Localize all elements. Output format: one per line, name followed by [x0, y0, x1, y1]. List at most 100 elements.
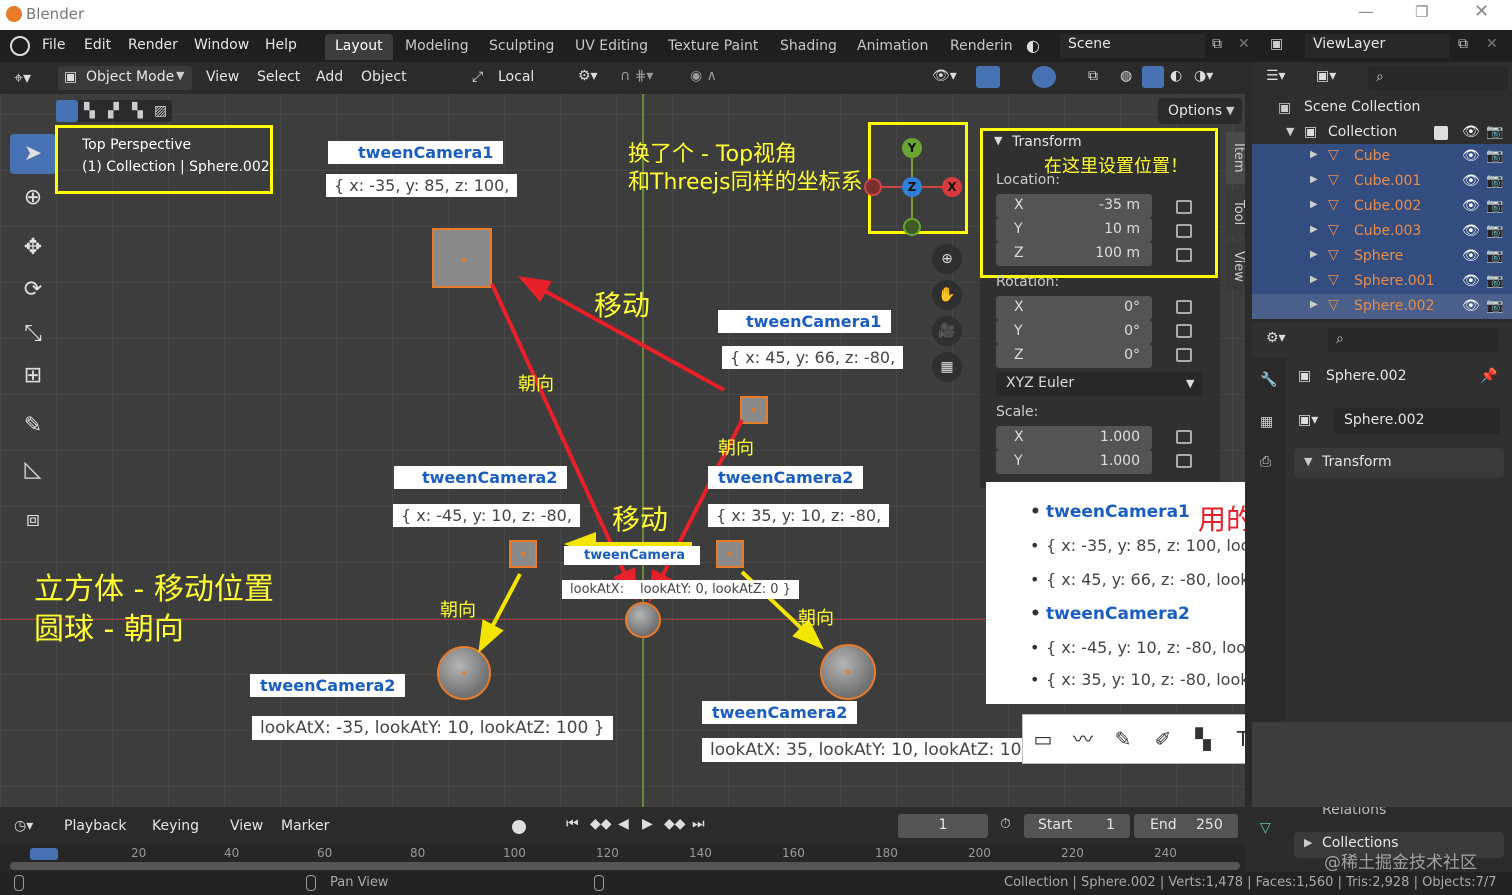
- gizmo-toggle-icon[interactable]: [976, 66, 1000, 88]
- camera-icon[interactable]: 📷: [1486, 198, 1503, 214]
- tab-layout[interactable]: Layout: [325, 34, 393, 60]
- 3d-viewport[interactable]: ▚ ▞ ▚ ▨ Options ▼ ➤ ⊕ ✥ ⟳ ⤡ ⊞ ✎ ◺ ⧈ Top …: [0, 94, 1245, 807]
- expand-arrow-icon[interactable]: ▶: [1310, 174, 1318, 185]
- outliner-item[interactable]: ▶ ▽ Cube 👁 📷: [1252, 144, 1512, 169]
- delete-view-layer-icon[interactable]: ✕: [1486, 36, 1498, 52]
- properties-editor-icon[interactable]: ⚙▾: [1266, 330, 1286, 346]
- camera-icon[interactable]: 📷: [1486, 148, 1503, 164]
- tab-texture-paint[interactable]: Texture Paint: [658, 34, 768, 60]
- editor-type-icon[interactable]: ⌖▾: [14, 68, 31, 88]
- tab-sculpting[interactable]: Sculpting: [479, 34, 564, 60]
- delete-scene-icon[interactable]: ✕: [1238, 36, 1250, 52]
- play-icon[interactable]: ▶: [642, 816, 653, 832]
- play-reverse-icon[interactable]: ◀: [618, 816, 629, 832]
- render-tab-icon[interactable]: ▦: [1260, 414, 1273, 430]
- jump-start-icon[interactable]: ⏮: [566, 816, 579, 832]
- vp-menu-view[interactable]: View: [206, 69, 239, 85]
- marker-menu[interactable]: Marker: [281, 818, 329, 834]
- camera-icon[interactable]: 📷: [1486, 223, 1503, 239]
- maximize-button[interactable]: ❐: [1415, 3, 1428, 21]
- eye-icon[interactable]: 👁: [1462, 198, 1480, 214]
- transform-header[interactable]: Transform: [1012, 134, 1082, 150]
- new-view-layer-icon[interactable]: ⧉: [1458, 36, 1468, 52]
- menu-edit[interactable]: Edit: [84, 37, 111, 53]
- expand-arrow-icon[interactable]: ▶: [1310, 274, 1318, 285]
- orientation-label[interactable]: Local: [498, 69, 534, 85]
- pen-icon[interactable]: ✎: [1111, 727, 1135, 751]
- marker-icon[interactable]: ✐: [1151, 727, 1175, 751]
- playhead[interactable]: [30, 848, 58, 860]
- proportional-edit-icon[interactable]: ◉ ∧: [690, 68, 717, 84]
- pin-icon[interactable]: 📌: [1480, 368, 1497, 384]
- rotation-x-field[interactable]: X 0°: [996, 296, 1152, 320]
- new-scene-icon[interactable]: ⧉: [1212, 36, 1222, 52]
- lock-icon[interactable]: [1176, 430, 1192, 444]
- side-tab-item[interactable]: Item: [1226, 132, 1245, 184]
- material-shading-icon[interactable]: ◐: [1170, 68, 1182, 84]
- outliner-item[interactable]: ▶ ▽ Sphere.001 👁 📷: [1252, 269, 1512, 294]
- camera-icon[interactable]: 📷: [1486, 124, 1503, 140]
- stopwatch-icon[interactable]: ⏱: [1000, 816, 1011, 832]
- eye-icon[interactable]: 👁: [1462, 223, 1480, 239]
- view-layer-field[interactable]: ViewLayer: [1305, 34, 1450, 58]
- rotation-mode-dropdown[interactable]: XYZ Euler ▼: [996, 372, 1202, 396]
- overlay-toggle-icon[interactable]: [1032, 66, 1056, 88]
- outliner-item[interactable]: ▶ ▽ Cube.001 👁 📷: [1252, 169, 1512, 194]
- frame-ruler[interactable]: 120406080100120140160180200220240: [0, 844, 1245, 872]
- view-layer-icon[interactable]: ▣: [1270, 36, 1283, 52]
- side-tab-tool[interactable]: Tool: [1226, 190, 1245, 236]
- expand-arrow-icon[interactable]: ▼: [1286, 125, 1294, 138]
- next-key-icon[interactable]: ◆◆: [664, 816, 686, 832]
- eye-icon[interactable]: 👁: [1462, 173, 1480, 189]
- checkbox-icon[interactable]: [1434, 126, 1448, 140]
- jump-end-icon[interactable]: ⏭: [692, 816, 705, 832]
- expand-arrow-icon[interactable]: ▶: [1310, 249, 1318, 260]
- expand-arrow-icon[interactable]: ▶: [1310, 224, 1318, 235]
- current-frame-field[interactable]: 1: [898, 814, 988, 838]
- scale-y-field[interactable]: Y 1.000: [996, 450, 1152, 474]
- constraint-tab-icon[interactable]: ▽: [1260, 820, 1271, 836]
- vp-menu-select[interactable]: Select: [257, 69, 300, 85]
- playback-menu[interactable]: Playback: [64, 818, 126, 834]
- rotation-y-field[interactable]: Y 0°: [996, 320, 1152, 344]
- menu-window[interactable]: Window: [194, 37, 249, 53]
- output-tab-icon[interactable]: ⎙: [1260, 454, 1271, 470]
- vp-menu-add[interactable]: Add: [316, 69, 343, 85]
- properties-search-field[interactable]: ⌕: [1328, 328, 1498, 352]
- vp-menu-object[interactable]: Object: [361, 69, 407, 85]
- display-mode-icon[interactable]: ▣▾: [1316, 68, 1336, 84]
- location-z-field[interactable]: Z 100 m: [996, 242, 1152, 266]
- scene-collection-label[interactable]: Scene Collection: [1304, 99, 1420, 115]
- lock-icon[interactable]: [1176, 200, 1192, 214]
- camera-icon[interactable]: 📷: [1486, 173, 1503, 189]
- eye-icon[interactable]: 👁: [1462, 124, 1480, 140]
- xray-toggle-icon[interactable]: ⧉: [1088, 68, 1098, 84]
- lock-icon[interactable]: [1176, 348, 1192, 362]
- tab-uv-editing[interactable]: UV Editing: [565, 34, 658, 60]
- record-button[interactable]: [512, 820, 526, 834]
- keying-menu[interactable]: Keying: [152, 818, 199, 834]
- pivot-icon[interactable]: ⚙▾: [578, 68, 598, 84]
- scene-name-field[interactable]: Scene: [1060, 34, 1205, 58]
- outliner-item[interactable]: ▶ ▽ Sphere.002 👁 📷: [1252, 294, 1512, 319]
- camera-icon[interactable]: 📷: [1486, 298, 1503, 314]
- rectangle-icon[interactable]: ▭: [1031, 727, 1055, 751]
- camera-icon[interactable]: 📷: [1486, 273, 1503, 289]
- outliner-item[interactable]: ▶ ▽ Sphere 👁 📷: [1252, 244, 1512, 269]
- transform-collapse-icon[interactable]: ▼: [994, 134, 1002, 147]
- menu-help[interactable]: Help: [265, 37, 297, 53]
- data-name-field[interactable]: Sphere.002: [1334, 408, 1500, 434]
- wireframe-shading-icon[interactable]: ◍: [1120, 68, 1132, 84]
- object-mode-dropdown[interactable]: ▣ Object Mode ▼: [58, 66, 192, 90]
- timeline-editor-icon[interactable]: ◷▾: [14, 818, 33, 834]
- blender-menu-icon[interactable]: [10, 36, 30, 56]
- eye-icon[interactable]: 👁: [1462, 273, 1480, 289]
- rendered-shading-icon[interactable]: ◑▾: [1194, 68, 1213, 84]
- outliner-filter-icon[interactable]: ☰▾: [1266, 68, 1286, 84]
- tab-shading[interactable]: Shading: [770, 34, 847, 60]
- eye-icon[interactable]: 👁: [1462, 248, 1480, 264]
- start-frame-field[interactable]: Start 1: [1024, 814, 1130, 838]
- location-x-field[interactable]: X -35 m: [996, 194, 1152, 218]
- outliner-item[interactable]: ▶ ▽ Cube.003 👁 📷: [1252, 219, 1512, 244]
- eye-icon[interactable]: 👁: [1462, 298, 1480, 314]
